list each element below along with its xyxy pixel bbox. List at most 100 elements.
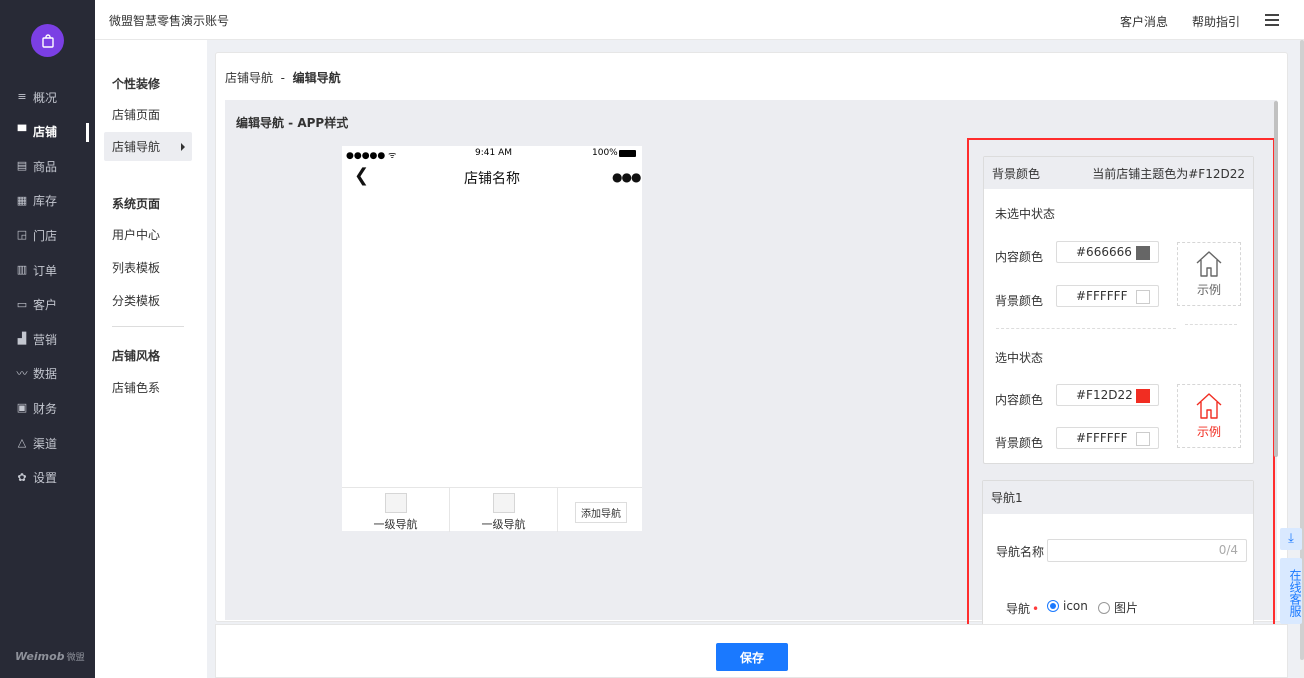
download-icon[interactable]: ⤓	[1280, 528, 1302, 550]
radio-icon-option[interactable]: icon	[1047, 599, 1088, 613]
top-header: 微盟智慧零售演示账号 客户消息 帮助指引	[95, 0, 1304, 40]
sidebar-item[interactable]: ▦ 库存	[0, 184, 95, 218]
breadcrumb-separator: -	[280, 71, 285, 85]
theme-color-note: 当前店铺主题色为#F12D22	[1092, 166, 1245, 181]
add-nav-button[interactable]: 添加导航	[575, 502, 627, 523]
sidebar-item[interactable]: ▤ 商品	[0, 149, 95, 183]
unselected-state-label: 未选中状态	[995, 207, 1056, 221]
radio-image-option[interactable]: 图片	[1098, 599, 1138, 616]
finance-icon: ▣	[16, 401, 28, 415]
data-icon: 〰	[16, 366, 28, 380]
phone-tab-label: 一级导航	[373, 518, 418, 531]
breadcrumb-current: 编辑导航	[292, 71, 341, 85]
radio-checked-icon	[1047, 600, 1059, 612]
customer-message-link[interactable]: 客户消息	[1120, 13, 1168, 30]
panel-title: 导航1	[991, 491, 1023, 505]
bag-icon	[41, 33, 54, 48]
more-icon: ●●●	[612, 170, 641, 184]
customer-icon: ▭	[16, 297, 28, 311]
sidebar-item-label: 设置	[33, 471, 58, 486]
bottom-action-bar: 保存	[215, 624, 1288, 678]
color-swatch[interactable]	[1136, 246, 1150, 260]
menu-icon[interactable]	[1265, 14, 1279, 26]
divider	[1185, 324, 1237, 325]
subnav-item-shop-nav[interactable]: 店铺导航	[104, 132, 192, 161]
chart-icon: ▟	[17, 332, 27, 346]
bg-color-label: 背景颜色	[995, 294, 1044, 308]
sidebar-item[interactable]: ▟ 营销	[0, 322, 95, 356]
sidebar-item-label: 店铺	[33, 125, 58, 140]
image-placeholder-icon	[384, 493, 407, 513]
color-swatch[interactable]	[1136, 432, 1150, 446]
panel-scrollbar[interactable]	[1274, 101, 1278, 457]
phone-page-title: 店铺名称	[464, 171, 520, 187]
nav-item-panel: 导航1 导航名称• 0/4 导航• icon 图片	[982, 480, 1254, 640]
bg-color-panel: 背景颜色 当前店铺主题色为#F12D22 未选中状态 内容颜色 #666666 背…	[983, 156, 1254, 464]
sidebar-item[interactable]: △ 渠道	[0, 426, 95, 460]
color-swatch[interactable]	[1136, 290, 1150, 304]
nav-name-label: 导航名称•	[994, 544, 1055, 560]
help-guide-link[interactable]: 帮助指引	[1192, 13, 1240, 30]
status-time: 9:41 AM	[475, 148, 512, 158]
sidebar-item-label: 门店	[33, 228, 58, 243]
unselected-sample: 示例	[1177, 242, 1241, 306]
selected-sample: 示例	[1177, 384, 1241, 448]
subnav-item-label: 店铺导航	[112, 140, 161, 154]
sample-label: 示例	[1196, 425, 1221, 439]
subnav-item-user-center[interactable]: 用户中心	[104, 220, 192, 249]
sidebar-item[interactable]: 〰数据	[0, 357, 95, 391]
sidebar-item[interactable]: ▣ 财务	[0, 391, 95, 425]
sidebar-item[interactable]: ▀ 店铺	[0, 115, 95, 149]
app-logo[interactable]	[31, 24, 64, 57]
store-icon: ◲	[16, 228, 28, 242]
phone-tab[interactable]: 一级导航	[342, 488, 450, 532]
channel-icon: △	[17, 436, 27, 449]
subnav-item-shop-colors[interactable]: 店铺色系	[104, 373, 192, 402]
selected-bg-color-input[interactable]: #FFFFFF	[1056, 427, 1159, 449]
sidebar-item-label: 商品	[33, 159, 58, 174]
subnav-item-label: 列表模板	[112, 261, 161, 275]
subnav-item-list-template[interactable]: 列表模板	[104, 253, 192, 282]
sidebar-item[interactable]: ▥ 订单	[0, 253, 95, 287]
subnav-group-title: 个性装修	[112, 77, 161, 91]
color-value: #FFFFFF	[1076, 431, 1128, 445]
unselected-content-color-input[interactable]: #666666	[1056, 241, 1159, 263]
list-icon: ≡	[17, 90, 27, 103]
goods-icon: ▤	[16, 159, 28, 173]
panel-header: 背景颜色 当前店铺主题色为#F12D22	[984, 157, 1253, 189]
sidebar-item-label: 财务	[33, 401, 58, 416]
brand-footer: Weimob 微盟	[15, 650, 85, 663]
panel-title: 背景颜色	[992, 166, 1041, 181]
subnav-item-label: 店铺色系	[112, 381, 161, 395]
sidebar-item-label: 渠道	[33, 436, 58, 451]
nav-name-input[interactable]: 0/4	[1047, 539, 1247, 562]
account-name: 微盟智慧零售演示账号	[109, 14, 230, 28]
sidebar-item-label: 客户	[33, 298, 58, 313]
order-icon: ▥	[16, 263, 28, 276]
sidebar-item-label: 概况	[33, 90, 58, 105]
selected-content-color-input[interactable]: #F12D22	[1056, 384, 1159, 406]
save-button[interactable]: 保存	[716, 643, 788, 671]
sidebar-item[interactable]: ◲ 门店	[0, 218, 95, 252]
phone-tab[interactable]: 一级导航	[450, 488, 558, 532]
sidebar-item[interactable]: ✿ 设置	[0, 461, 95, 495]
secondary-sidebar: 个性装修 店铺页面 店铺导航 系统页面 用户中心 列表模板 分类模板 店铺风格 …	[95, 40, 207, 678]
bg-color-label: 背景颜色	[995, 436, 1044, 450]
sidebar-item[interactable]: ≡ 概况	[0, 80, 95, 114]
sidebar-item-label: 库存	[33, 194, 58, 209]
unselected-bg-color-input[interactable]: #FFFFFF	[1056, 285, 1159, 307]
subnav-item-label: 店铺页面	[112, 108, 161, 122]
subnav-item-shop-page[interactable]: 店铺页面	[104, 100, 192, 129]
subnav-item-category-template[interactable]: 分类模板	[104, 286, 192, 315]
grid-icon: ▦	[16, 193, 28, 207]
color-value: #FFFFFF	[1076, 289, 1128, 303]
breadcrumb-parent[interactable]: 店铺导航	[225, 71, 273, 85]
label-text: 导航	[1006, 602, 1031, 616]
sidebar-item[interactable]: ▭ 客户	[0, 288, 95, 322]
subnav-item-label: 分类模板	[112, 294, 161, 308]
sidebar-item-label: 营销	[33, 332, 58, 347]
online-service-button[interactable]: 在线客服	[1280, 558, 1302, 624]
sidebar-item-label: 数据	[33, 367, 58, 382]
color-swatch[interactable]	[1136, 389, 1150, 403]
sample-label: 示例	[1196, 283, 1221, 297]
